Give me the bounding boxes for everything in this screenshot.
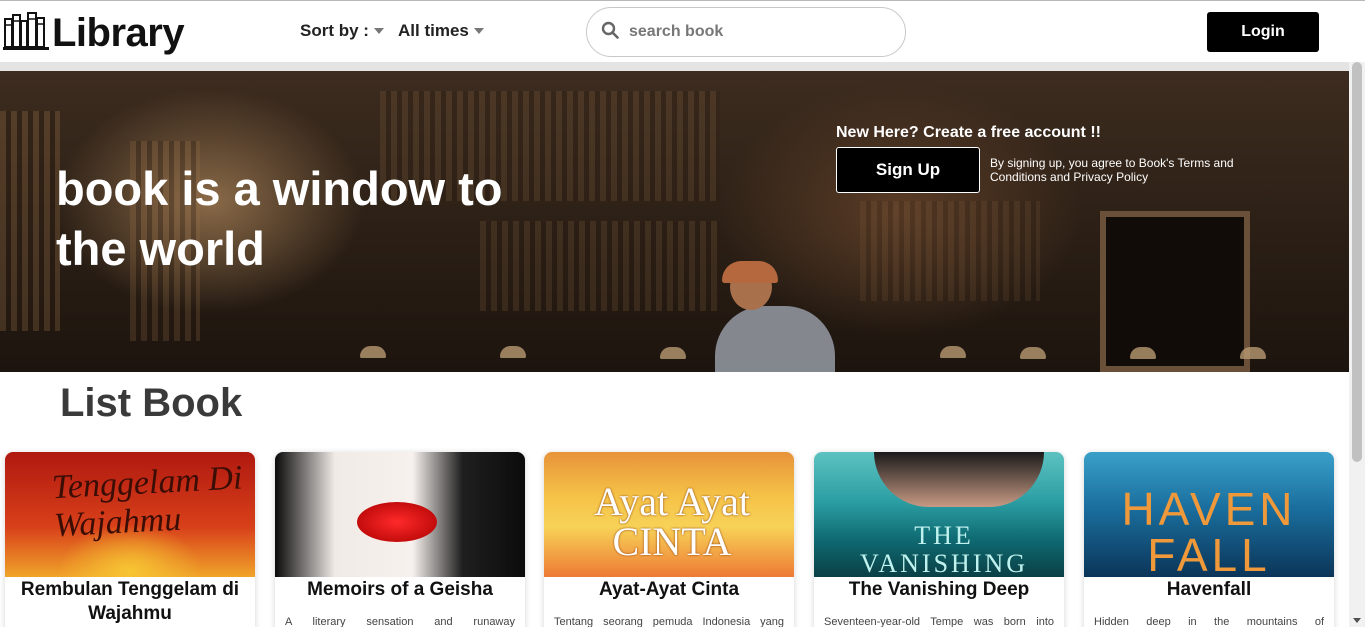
caret-down-icon xyxy=(373,28,384,34)
book-description: Seventeen-year-old Tempe was born into xyxy=(824,616,1054,627)
reader-figure xyxy=(715,306,835,372)
cover-title-text: THE VANISHING xyxy=(859,521,1029,578)
sort-by-dropdown[interactable]: Sort by : xyxy=(300,21,384,41)
lamp-decoration xyxy=(1240,347,1266,359)
cover-title-text: Ayat Ayat CINTA xyxy=(594,479,750,564)
bookshelf-decoration xyxy=(860,201,1040,301)
scroll-down-arrow-icon[interactable] xyxy=(1353,618,1361,623)
sort-by-label: Sort by : xyxy=(300,21,369,40)
time-filter-label: All times xyxy=(398,21,469,40)
book-card[interactable]: HAVEN FALL Havenfall Hidden deep in the … xyxy=(1084,452,1334,627)
navbar: Library Sort by : All times Login xyxy=(0,1,1349,62)
reader-cap xyxy=(722,261,778,283)
face-illustration xyxy=(874,452,1044,507)
book-cover: THE VANISHING xyxy=(814,452,1064,577)
lamp-decoration xyxy=(660,347,686,359)
book-card[interactable]: Tenggelam Di Wajahmu Rembulan Tenggelam … xyxy=(5,452,255,627)
hero-section: book is a window to the world New Here? … xyxy=(0,62,1349,372)
doorway-decoration xyxy=(1100,211,1250,372)
cover-title-text: Tenggelam Di Wajahmu xyxy=(51,459,244,545)
signup-prompt: New Here? Create a free account !! xyxy=(836,124,1101,141)
book-description: Hidden deep in the mountains of xyxy=(1094,616,1324,627)
book-description: Tentang seorang pemuda Indonesia yang xyxy=(554,616,784,627)
hero-title: book is a window to the world xyxy=(56,162,503,275)
bookshelf-decoration xyxy=(0,111,60,331)
book-title: Rembulan Tenggelam di Wajahmu xyxy=(20,579,240,624)
book-cover: HAVEN FALL xyxy=(1084,452,1334,577)
book-title: Memoirs of a Geisha xyxy=(307,579,493,600)
caret-down-icon xyxy=(473,28,484,34)
login-button[interactable]: Login xyxy=(1207,12,1319,52)
section-title: List Book xyxy=(60,381,243,425)
search-icon xyxy=(601,21,619,44)
book-cover: Tenggelam Di Wajahmu xyxy=(5,452,255,577)
page-scrollbar[interactable] xyxy=(1349,62,1365,627)
logo-text: Library xyxy=(52,10,185,55)
terms-text: By signing up, you agree to Book's Terms… xyxy=(990,156,1234,184)
lips-illustration xyxy=(357,502,437,542)
signup-button[interactable]: Sign Up xyxy=(836,147,980,193)
lamp-decoration xyxy=(360,346,386,358)
lamp-decoration xyxy=(1130,347,1156,359)
book-description: A literary sensation and runaway xyxy=(285,616,515,627)
cover-title-text: HAVEN FALL xyxy=(1121,483,1297,577)
scrollbar-thumb[interactable] xyxy=(1352,62,1362,462)
hero-banner: book is a window to the world New Here? … xyxy=(0,71,1349,372)
book-card[interactable]: Ayat Ayat CINTA Ayat-Ayat Cinta Tentang … xyxy=(544,452,794,627)
logo[interactable]: Library xyxy=(2,9,185,56)
book-card[interactable]: Memoirs of a Geisha A literary sensation… xyxy=(275,452,525,627)
time-filter-dropdown[interactable]: All times xyxy=(398,21,484,41)
book-card[interactable]: THE VANISHING The Vanishing Deep Sevente… xyxy=(814,452,1064,627)
book-title: The Vanishing Deep xyxy=(848,579,1030,600)
search-input[interactable] xyxy=(629,23,879,41)
lamp-decoration xyxy=(1020,347,1046,359)
book-title: Havenfall xyxy=(1166,579,1252,600)
hair-illustration xyxy=(275,452,335,577)
book-cover: Ayat Ayat CINTA xyxy=(544,452,794,577)
lamp-decoration xyxy=(940,346,966,358)
book-title: Ayat-Ayat Cinta xyxy=(598,579,740,600)
lamp-decoration xyxy=(500,346,526,358)
book-cover xyxy=(275,452,525,577)
bookshelf-icon xyxy=(2,9,50,56)
search-bar[interactable] xyxy=(586,7,906,57)
